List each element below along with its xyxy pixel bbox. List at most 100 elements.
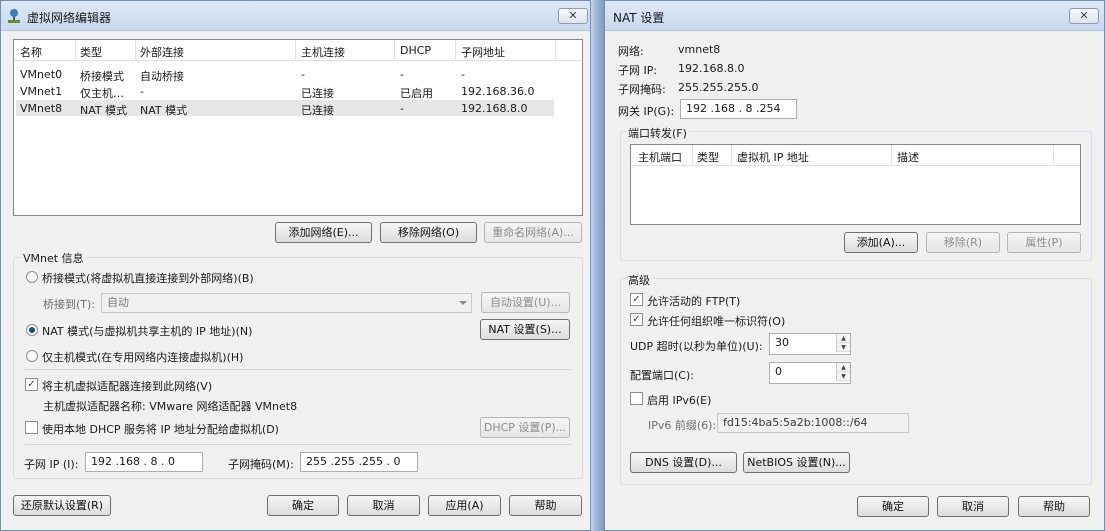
dns-settings-button[interactable]: DNS 设置(D)...: [630, 452, 737, 473]
title-bar[interactable]: 虚拟网络编辑器 ✕: [1, 1, 590, 31]
cell-host: 已连接: [301, 104, 334, 117]
nat-mode-label[interactable]: NAT 模式(与虚拟机共享主机的 IP 地址)(N): [42, 323, 252, 339]
column-header-external[interactable]: 外部连接: [140, 44, 184, 60]
nat-mode-radio[interactable]: [26, 324, 38, 336]
udp-timeout-spinner[interactable]: ▲ ▼: [836, 334, 850, 352]
apply-button[interactable]: 应用(A): [428, 495, 501, 516]
port-forwarding-title: 端口转发(F): [626, 125, 689, 141]
column-header-description[interactable]: 描述: [897, 149, 919, 165]
host-only-radio[interactable]: [26, 350, 38, 362]
netbios-settings-button[interactable]: NetBIOS 设置(N)...: [743, 452, 850, 473]
allow-any-oui-checkbox[interactable]: ✓: [630, 313, 643, 326]
close-button[interactable]: ✕: [1069, 8, 1099, 24]
network-table[interactable]: 名称 类型 外部连接 主机连接 DHCP 子网地址 VMnet0 桥接模式 自动…: [13, 39, 583, 216]
help-button[interactable]: 帮助: [1018, 496, 1090, 517]
add-port-button[interactable]: 添加(A)...: [844, 232, 918, 253]
bridged-mode-radio[interactable]: [26, 271, 38, 283]
column-header-host-port[interactable]: 主机端口: [638, 149, 682, 165]
table-row-selected[interactable]: VMnet8 NAT 模式 NAT 模式 已连接 - 192.168.8.0: [16, 100, 554, 117]
config-port-label: 配置端口(C):: [630, 369, 694, 382]
use-dhcp-checkbox[interactable]: [25, 421, 38, 434]
bridged-mode-label[interactable]: 桥接模式(将虚拟机直接连接到外部网络)(B): [42, 270, 254, 286]
cell-subnet: -: [461, 68, 465, 81]
column-header-type[interactable]: 类型: [80, 44, 102, 60]
port-forwarding-table[interactable]: 主机端口 类型 虚拟机 IP 地址 描述: [630, 144, 1081, 225]
spin-up-icon[interactable]: ▲: [837, 334, 850, 343]
cell-type: 桥接模式: [80, 70, 124, 83]
remove-network-button[interactable]: 移除网络(O): [380, 222, 477, 243]
use-dhcp-label[interactable]: 使用本地 DHCP 服务将 IP 地址分配给虚拟机(D): [42, 421, 279, 437]
remove-port-button[interactable]: 移除(R): [926, 232, 1000, 253]
connect-adapter-label[interactable]: 将主机虚拟适配器连接到此网络(V): [42, 378, 212, 394]
network-value: vmnet8: [678, 43, 721, 56]
cell-host: 已连接: [301, 87, 334, 100]
cell-dhcp: 已启用: [400, 87, 433, 100]
rename-network-button[interactable]: 重命名网络(A)...: [484, 222, 582, 243]
cell-external: 自动桥接: [140, 70, 184, 83]
desktop-gap: [591, 0, 604, 531]
nat-settings-button[interactable]: NAT 设置(S)...: [480, 319, 570, 340]
cell-host: -: [301, 68, 305, 81]
network-label: 网络:: [618, 45, 644, 58]
column-header-vm-ip[interactable]: 虚拟机 IP 地址: [737, 149, 809, 165]
connect-adapter-checkbox[interactable]: ✓: [25, 378, 38, 391]
subnet-ip-value: 192.168.8.0: [678, 62, 745, 75]
subnet-mask-label: 子网掩码:: [618, 83, 666, 96]
spin-down-icon[interactable]: ▼: [837, 372, 850, 381]
vmnet-info-title: VMnet 信息: [21, 250, 86, 266]
dhcp-settings-button[interactable]: DHCP 设置(P)...: [480, 417, 570, 438]
allow-any-oui-label[interactable]: 允许任何组织唯一标识符(O): [647, 313, 785, 329]
ipv6-prefix-input[interactable]: fd15:4ba5:5a2b:1008::/64: [717, 413, 909, 433]
cell-type: NAT 模式: [80, 104, 128, 117]
config-port-spinner[interactable]: ▲ ▼: [836, 363, 850, 381]
allow-ftp-checkbox[interactable]: ✓: [630, 293, 643, 306]
cell-type: 仅主机…: [80, 87, 124, 100]
config-port-input[interactable]: 0 ▲ ▼: [769, 362, 851, 384]
port-properties-button[interactable]: 属性(P): [1007, 232, 1081, 253]
ipv6-prefix-label: IPv6 前缀(6):: [648, 419, 717, 432]
column-header-name[interactable]: 名称: [20, 44, 42, 60]
divider: [25, 444, 571, 445]
bridged-to-label: 桥接到(T):: [43, 298, 96, 311]
restore-defaults-button[interactable]: 还原默认设置(R): [13, 495, 111, 516]
spin-up-icon[interactable]: ▲: [837, 363, 850, 372]
gateway-label: 网关 IP(G):: [618, 105, 675, 118]
cell-subnet: 192.168.36.0: [461, 85, 535, 98]
spin-down-icon[interactable]: ▼: [837, 343, 850, 352]
enable-ipv6-checkbox[interactable]: [630, 392, 643, 405]
table-header: 主机端口 类型 虚拟机 IP 地址 描述: [631, 145, 1080, 166]
help-button[interactable]: 帮助: [509, 495, 582, 516]
cancel-button[interactable]: 取消: [937, 496, 1009, 517]
bridged-to-select[interactable]: 自动: [101, 293, 472, 313]
table-row[interactable]: VMnet1 仅主机… - 已连接 已启用 192.168.36.0: [16, 83, 554, 100]
ok-button[interactable]: 确定: [267, 495, 339, 516]
column-header-dhcp[interactable]: DHCP: [400, 44, 431, 57]
window-title: NAT 设置: [613, 11, 665, 25]
enable-ipv6-label[interactable]: 启用 IPv6(E): [647, 392, 711, 408]
subnet-mask-input[interactable]: 255 .255 .255 . 0: [300, 452, 418, 472]
cell-dhcp: -: [400, 68, 404, 81]
cell-external: NAT 模式: [140, 104, 188, 117]
column-header-type[interactable]: 类型: [697, 149, 719, 165]
divider: [25, 369, 571, 370]
subnet-ip-input[interactable]: 192 .168 . 8 . 0: [85, 452, 203, 472]
udp-timeout-input[interactable]: 30 ▲ ▼: [769, 333, 851, 355]
column-header-subnet[interactable]: 子网地址: [461, 44, 505, 60]
title-bar[interactable]: NAT 设置 ✕: [605, 1, 1104, 31]
cell-dhcp: -: [400, 102, 404, 115]
gateway-input[interactable]: 192 .168 . 8 .254: [680, 99, 797, 119]
column-header-host[interactable]: 主机连接: [301, 44, 345, 60]
ok-button[interactable]: 确定: [857, 496, 929, 517]
cell-external: -: [140, 85, 144, 98]
subnet-mask-label: 子网掩码(M):: [228, 458, 294, 471]
cancel-button[interactable]: 取消: [347, 495, 420, 516]
host-only-label[interactable]: 仅主机模式(在专用网络内连接虚拟机)(H): [42, 349, 243, 365]
close-button[interactable]: ✕: [558, 8, 588, 24]
auto-settings-button[interactable]: 自动设置(U)...: [481, 292, 570, 313]
vmnet-info-group: [13, 257, 583, 479]
table-header: 名称 类型 外部连接 主机连接 DHCP 子网地址: [14, 40, 582, 61]
config-port-value: 0: [775, 365, 782, 378]
add-network-button[interactable]: 添加网络(E)...: [275, 222, 372, 243]
table-row[interactable]: VMnet0 桥接模式 自动桥接 - - -: [16, 66, 554, 83]
allow-ftp-label[interactable]: 允许活动的 FTP(T): [647, 293, 740, 309]
